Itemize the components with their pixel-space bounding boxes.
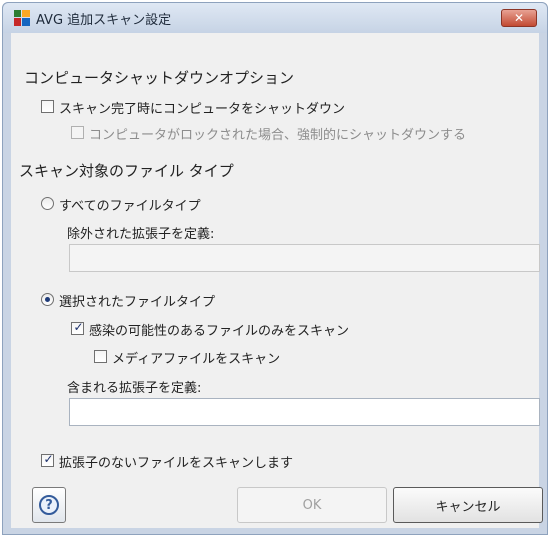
close-button[interactable]: ✕ bbox=[501, 9, 537, 27]
selected-file-types-label[interactable]: 選択されたファイルタイプ bbox=[59, 291, 215, 310]
all-file-types-label[interactable]: すべてのファイルタイプ bbox=[59, 195, 201, 214]
help-button[interactable]: ? bbox=[32, 487, 66, 523]
exclude-extensions-input[interactable] bbox=[69, 244, 540, 272]
dialog-window: AVG 追加スキャン設定 ✕ コンピュータシャットダウンオプション スキャン完了… bbox=[2, 2, 548, 535]
include-extensions-label: 含まれる拡張子を定義: bbox=[67, 381, 202, 396]
avg-logo-icon bbox=[14, 10, 30, 26]
cancel-button[interactable]: キャンセル bbox=[393, 487, 543, 523]
checkmark-icon: ✓ bbox=[73, 320, 84, 334]
media-files-label[interactable]: メディアファイルをスキャン bbox=[112, 348, 280, 367]
help-icon: ? bbox=[39, 495, 59, 515]
file-types-heading: スキャン対象のファイル タイプ bbox=[19, 162, 234, 180]
selected-file-types-radio[interactable] bbox=[41, 293, 54, 306]
window-title: AVG 追加スキャン設定 bbox=[36, 13, 172, 28]
title-bar: AVG 追加スキャン設定 ✕ bbox=[3, 3, 547, 33]
infectable-only-checkbox[interactable]: ✓ bbox=[71, 320, 84, 335]
force-shutdown-checkbox[interactable] bbox=[71, 126, 84, 139]
close-icon: ✕ bbox=[513, 11, 525, 25]
dialog-content: コンピュータシャットダウンオプション スキャン完了時にコンピュータをシャットダウ… bbox=[11, 33, 543, 528]
no-extension-checkbox[interactable]: ✓ bbox=[41, 452, 54, 467]
radio-selected-dot bbox=[45, 297, 50, 302]
shutdown-on-complete-checkbox[interactable] bbox=[41, 100, 54, 113]
all-file-types-radio[interactable] bbox=[41, 197, 54, 210]
include-extensions-input[interactable] bbox=[69, 398, 540, 426]
shutdown-on-complete-label[interactable]: スキャン完了時にコンピュータをシャットダウン bbox=[59, 98, 345, 117]
no-extension-label[interactable]: 拡張子のないファイルをスキャンします bbox=[59, 452, 293, 471]
force-shutdown-label: コンピュータがロックされた場合、強制的にシャットダウンする bbox=[89, 128, 467, 143]
checkmark-icon: ✓ bbox=[43, 452, 54, 466]
exclude-extensions-label: 除外された拡張子を定義: bbox=[67, 227, 215, 242]
media-files-checkbox[interactable] bbox=[94, 350, 107, 363]
shutdown-options-heading: コンピュータシャットダウンオプション bbox=[24, 69, 295, 87]
ok-button[interactable]: OK bbox=[237, 487, 387, 523]
infectable-only-label[interactable]: 感染の可能性のあるファイルのみをスキャン bbox=[89, 320, 349, 339]
